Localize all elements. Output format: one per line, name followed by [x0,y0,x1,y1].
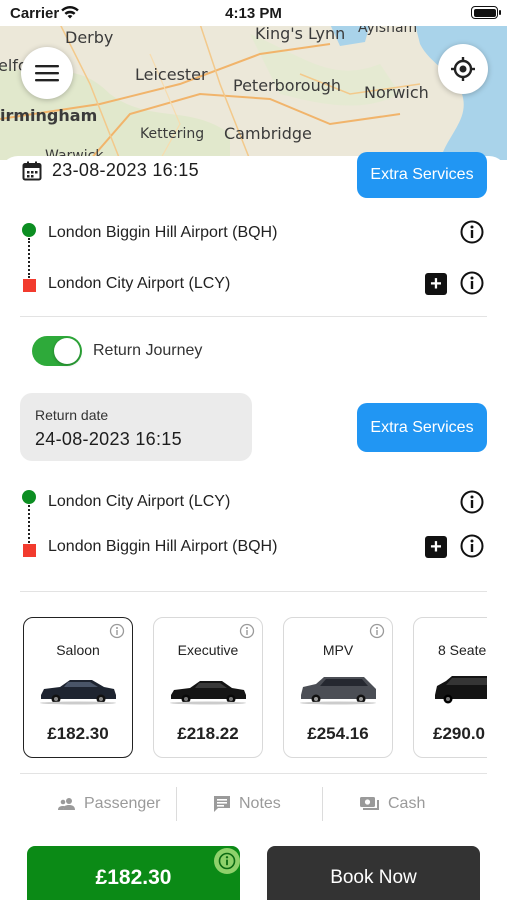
vehicle-price: £254.16 [307,724,369,743]
mpv-car-icon [300,677,376,705]
van-icon [435,676,487,704]
locate-me-button[interactable] [438,44,488,94]
separator [322,787,323,821]
divider [20,316,487,317]
info-icon[interactable] [460,534,484,558]
vehicle-price: £218.22 [177,724,239,743]
info-icon[interactable] [460,220,484,244]
add-stop-icon[interactable]: + [425,536,447,558]
book-now-button[interactable]: Book Now [267,846,480,900]
vehicle-price: £290.0 [433,724,485,743]
map-label: Leicester [135,65,208,84]
extra-services-button[interactable]: Extra Services [357,152,487,198]
notes-option[interactable]: Notes [213,795,281,813]
passenger-icon [58,798,75,810]
return-date-picker[interactable]: Return date 24-08-2023 16:15 [20,393,252,461]
saloon-car-icon [40,680,116,705]
return-date-value: 24-08-2023 16:15 [35,429,182,449]
total-price: £182.30 [95,866,172,889]
info-icon[interactable] [460,490,484,514]
map-label: King's Lynn [255,24,346,43]
outbound-date-picker[interactable]: 23-08-2023 16:15 [22,160,199,181]
booking-sheet [0,156,507,900]
vehicle-name: Executive [177,642,239,658]
passenger-label: Passenger [84,795,161,812]
map-label: Kettering [140,126,205,142]
hamburger-menu-icon [35,65,59,82]
return-journey-label: Return Journey [93,342,203,359]
cash-icon [360,797,379,810]
info-icon[interactable] [369,623,385,639]
pickup-marker-icon [22,223,36,237]
info-icon[interactable] [239,623,255,639]
battery-icon [471,6,501,19]
vehicle-name: MPV [322,642,354,658]
map-label: Derby [65,28,114,47]
add-stop-icon[interactable]: + [425,273,447,295]
price-info-icon[interactable] [214,848,240,874]
map-label: Peterborough [233,76,342,95]
info-icon[interactable] [109,623,125,639]
return-dropoff-location[interactable]: London Biggin Hill Airport (BQH) [48,538,277,556]
vehicle-card-saloon[interactable]: Saloon £182.30 [23,617,133,758]
executive-car-icon [170,681,246,705]
pickup-marker-icon [22,490,36,504]
return-pickup-location[interactable]: London City Airport (LCY) [48,493,230,511]
return-date-label: Return date [35,407,109,423]
outbound-pickup-location[interactable]: London Biggin Hill Airport (BQH) [48,224,277,242]
map-label: Norwich [364,83,429,102]
map-label: irmingham [0,106,98,125]
status-bar: Carrier 4:13 PM [0,0,507,26]
vehicle-price: £182.30 [47,724,109,743]
vehicle-card-mpv[interactable]: MPV £254.16 [283,617,393,758]
vehicle-card-8-seater[interactable]: 8 Seater £290.0 [413,617,487,758]
return-extra-services-button[interactable]: Extra Services [357,403,487,452]
notes-label: Notes [239,795,281,812]
info-icon[interactable] [460,271,484,295]
outbound-datetime: 23-08-2023 16:15 [52,160,199,180]
dropoff-marker-icon [23,279,36,292]
notes-icon [214,796,230,812]
menu-button[interactable] [21,47,73,99]
outbound-dropoff-location[interactable]: London City Airport (LCY) [48,275,230,293]
map-view[interactable]: Derby King's Lynn Aylsham Leicester Pete… [0,24,507,160]
calendar-icon [22,161,42,180]
route-connector [28,505,30,543]
vehicle-name: 8 Seater [438,642,487,658]
cash-label: Cash [388,795,426,812]
payment-option[interactable]: Cash [360,795,425,813]
vehicle-name: Saloon [56,642,100,658]
divider [20,773,487,774]
dropoff-marker-icon [23,544,36,557]
crosshair-icon [451,57,475,81]
passenger-option[interactable]: Passenger [58,795,161,813]
divider [20,591,487,592]
clock: 4:13 PM [225,5,282,22]
map-label: Cambridge [224,124,312,143]
vehicle-card-executive[interactable]: Executive £218.22 [153,617,263,758]
route-connector [28,238,30,278]
separator [176,787,177,821]
total-price-button[interactable]: £182.30 [27,846,240,900]
return-journey-toggle[interactable] [32,336,82,366]
vehicle-selector[interactable]: Saloon £182.30 Executive £218.22 MPV £25… [0,615,487,760]
